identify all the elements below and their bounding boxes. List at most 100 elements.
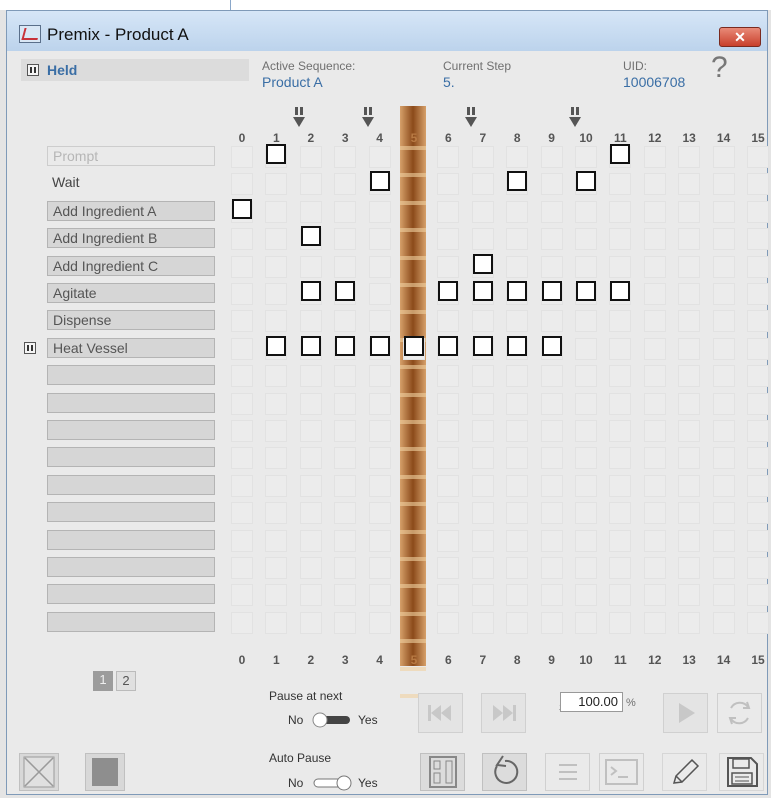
pause-marker-icon[interactable] <box>293 107 306 127</box>
grid-cell[interactable] <box>506 557 529 579</box>
skip-back-button[interactable] <box>418 693 463 733</box>
grid-cell[interactable] <box>643 173 666 196</box>
grid-cell[interactable] <box>678 557 701 579</box>
grid-cell[interactable] <box>299 365 322 388</box>
active-step-box[interactable] <box>472 281 493 301</box>
grid-cell[interactable] <box>678 337 701 360</box>
grid-cell[interactable] <box>575 502 597 525</box>
active-step-box[interactable] <box>610 281 631 301</box>
grid-cell[interactable] <box>643 255 666 278</box>
grid-cell[interactable] <box>678 420 701 442</box>
grid-cell[interactable] <box>609 255 632 278</box>
active-step-box[interactable] <box>335 335 356 356</box>
grid-cell[interactable] <box>231 529 253 552</box>
grid-cell[interactable] <box>471 173 494 196</box>
grid-cell[interactable] <box>643 557 666 579</box>
grid-cell[interactable] <box>299 420 322 442</box>
grid-cell[interactable] <box>265 228 288 251</box>
grid-cell[interactable] <box>299 474 322 497</box>
grid-cell[interactable] <box>506 420 529 442</box>
grid-cell[interactable] <box>437 557 460 579</box>
grid-cell[interactable] <box>265 173 288 196</box>
grid-cell[interactable] <box>506 502 529 525</box>
grid-cell[interactable] <box>368 146 391 168</box>
active-step-box[interactable] <box>404 335 424 356</box>
grid-cell[interactable] <box>471 310 494 333</box>
grid-cell[interactable] <box>265 420 288 442</box>
skip-forward-button[interactable] <box>481 693 526 733</box>
grid-cell[interactable] <box>265 283 288 305</box>
grid-cell[interactable] <box>575 447 597 470</box>
operation-label[interactable] <box>47 529 215 550</box>
grid-cell[interactable] <box>747 228 769 251</box>
active-step-box[interactable] <box>541 335 562 356</box>
grid-cell[interactable] <box>643 474 666 497</box>
grid-cell[interactable] <box>437 584 460 607</box>
grid-cell[interactable] <box>575 228 597 251</box>
grid-cell[interactable] <box>712 255 735 278</box>
grid-cell[interactable] <box>506 611 529 634</box>
grid-cell[interactable] <box>265 200 288 223</box>
grid-cell[interactable] <box>265 392 288 415</box>
grid-cell[interactable] <box>747 392 769 415</box>
grid-cell[interactable] <box>437 365 460 388</box>
grid-cell[interactable] <box>368 420 391 442</box>
grid-cell[interactable] <box>643 447 666 470</box>
grid-cell[interactable] <box>506 447 529 470</box>
grid-cell[interactable] <box>609 392 632 415</box>
grid-cell[interactable] <box>540 255 563 278</box>
grid-cell[interactable] <box>575 200 597 223</box>
scale-factor-input[interactable]: 100.00 <box>560 692 623 712</box>
grid-cell[interactable] <box>575 611 597 634</box>
grid-cell[interactable] <box>747 200 769 223</box>
operation-label[interactable] <box>47 611 215 632</box>
operation-label[interactable] <box>47 557 215 577</box>
grid-cell[interactable] <box>299 310 322 333</box>
grid-cell[interactable] <box>609 474 632 497</box>
operation-label[interactable] <box>47 365 215 386</box>
grid-cell[interactable] <box>575 584 597 607</box>
grid-cell[interactable] <box>678 474 701 497</box>
active-step-box[interactable] <box>576 281 596 301</box>
grid-cell[interactable] <box>231 337 253 360</box>
grid-cell[interactable] <box>643 392 666 415</box>
active-step-box[interactable] <box>369 335 390 356</box>
grid-cell[interactable] <box>231 310 253 333</box>
operation-label[interactable] <box>47 392 215 413</box>
grid-cell[interactable] <box>747 365 769 388</box>
grid-cell[interactable] <box>265 584 288 607</box>
grid-cell[interactable] <box>747 173 769 196</box>
operation-label[interactable]: Wait <box>47 173 215 193</box>
grid-cell[interactable] <box>231 173 253 196</box>
grid-cell[interactable] <box>678 447 701 470</box>
grid-cell[interactable] <box>437 420 460 442</box>
grid-cell[interactable] <box>471 474 494 497</box>
grid-cell[interactable] <box>712 200 735 223</box>
grid-cell[interactable] <box>712 173 735 196</box>
grid-cell[interactable] <box>609 310 632 333</box>
grid-cell[interactable] <box>506 146 529 168</box>
grid-cell[interactable] <box>299 392 322 415</box>
grid-cell[interactable] <box>334 557 357 579</box>
grid-cell[interactable] <box>575 474 597 497</box>
grid-cell[interactable] <box>299 502 322 525</box>
grid-cell[interactable] <box>540 228 563 251</box>
grid-cell[interactable] <box>643 420 666 442</box>
close-button[interactable]: ✕ <box>719 27 761 47</box>
active-step-box[interactable] <box>438 281 459 301</box>
grid-cell[interactable] <box>609 447 632 470</box>
grid-cell[interactable] <box>231 611 253 634</box>
grid-cell[interactable] <box>299 200 322 223</box>
operation-label[interactable]: Add Ingredient A <box>47 200 215 221</box>
grid-cell[interactable] <box>334 474 357 497</box>
operation-label[interactable]: Agitate <box>47 283 215 303</box>
grid-cell[interactable] <box>678 310 701 333</box>
grid-cell[interactable] <box>299 557 322 579</box>
grid-cell[interactable] <box>437 310 460 333</box>
grid-cell[interactable] <box>643 283 666 305</box>
grid-cell[interactable] <box>747 283 769 305</box>
grid-cell[interactable] <box>540 529 563 552</box>
grid-cell[interactable] <box>609 228 632 251</box>
grid-cell[interactable] <box>575 529 597 552</box>
grid-cell[interactable] <box>678 255 701 278</box>
